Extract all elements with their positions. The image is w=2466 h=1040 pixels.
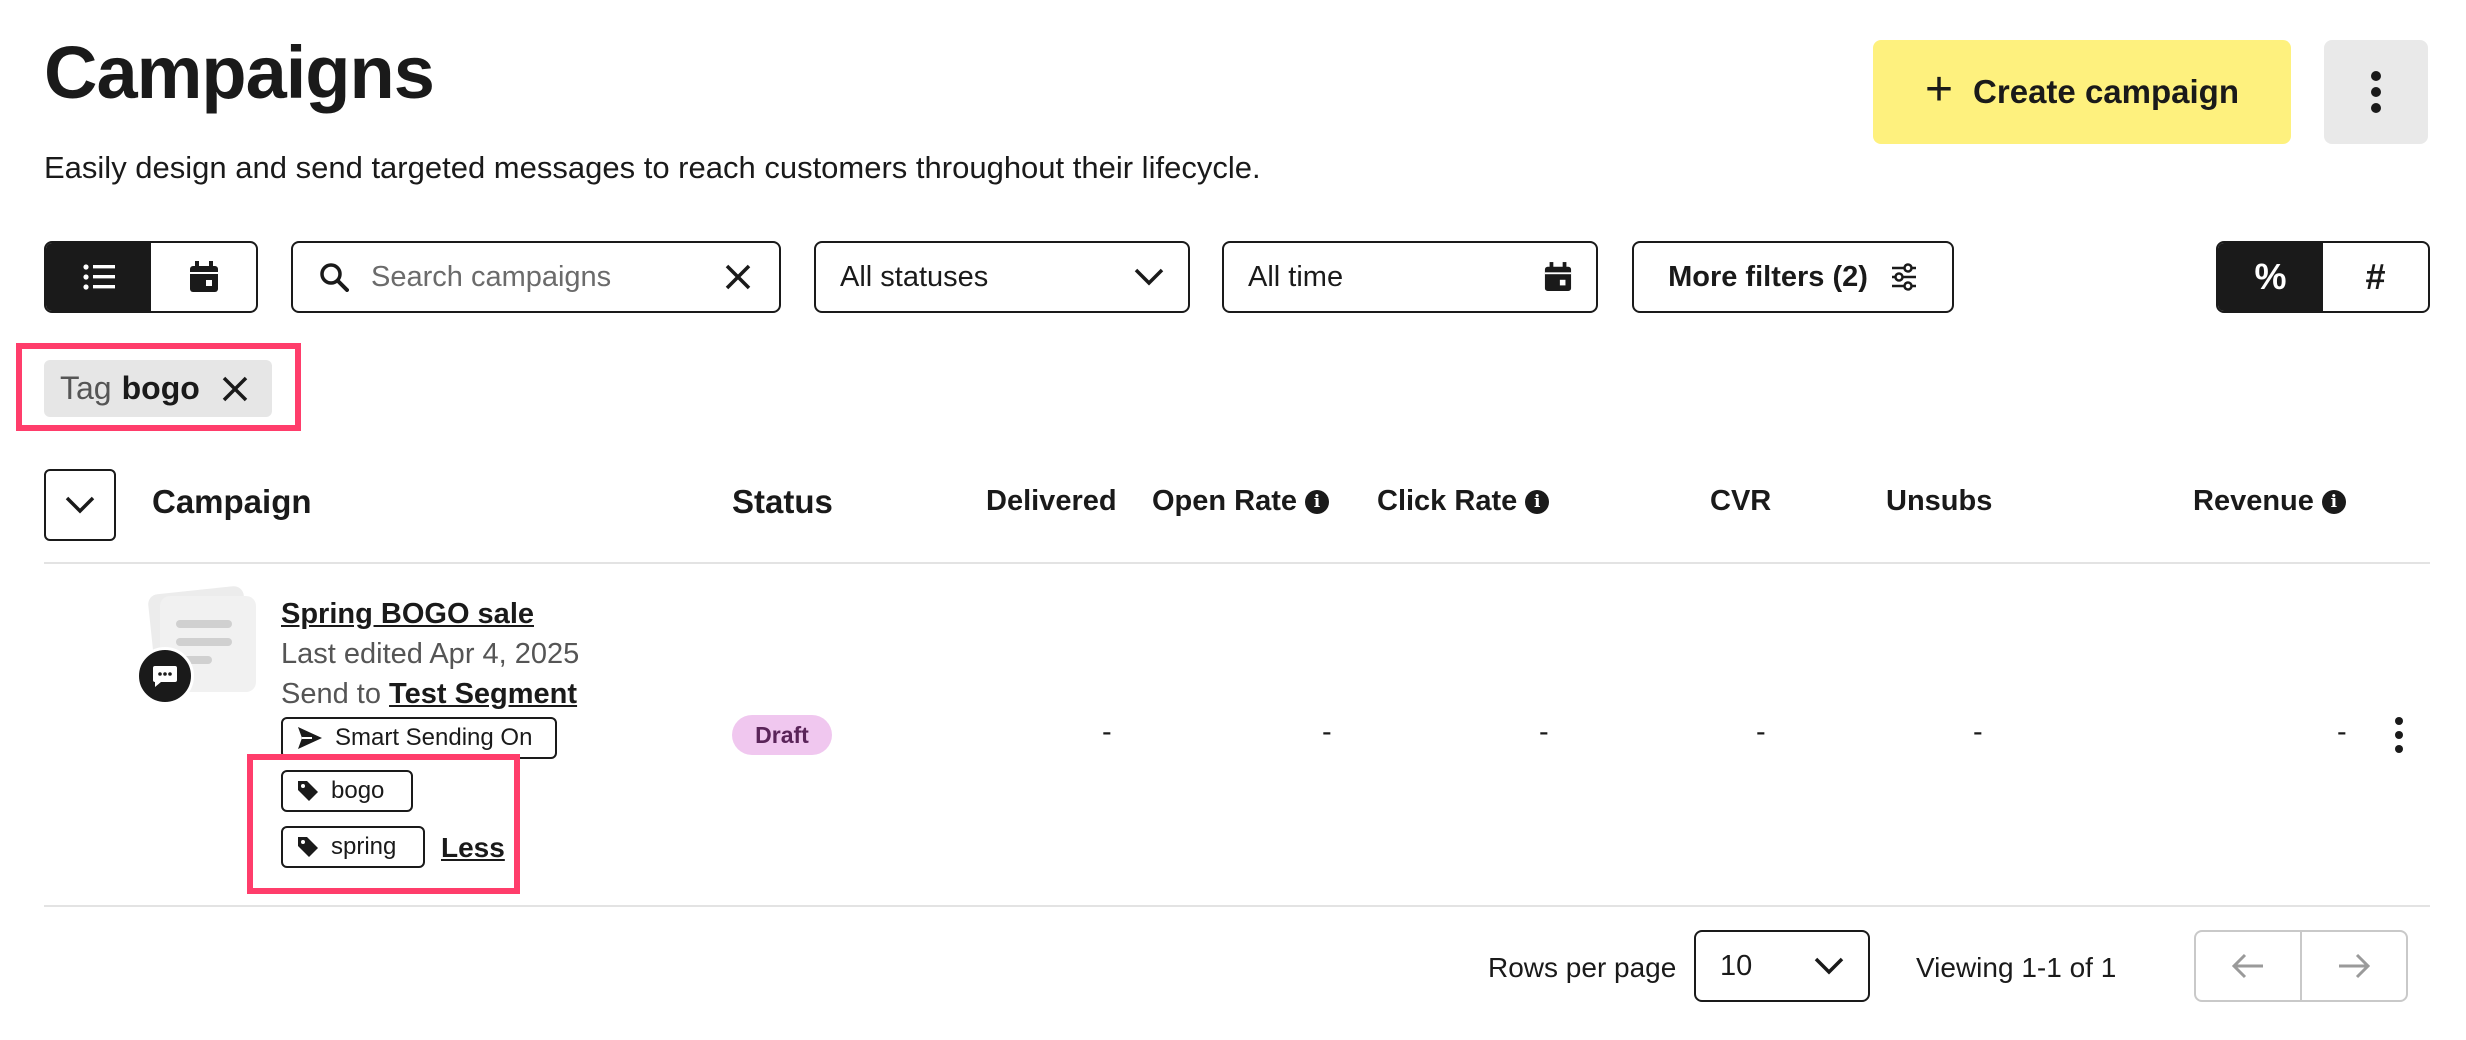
tag-chip[interactable]: spring xyxy=(281,826,425,868)
tag-icon xyxy=(298,837,318,857)
col-open-rate-label: Open Rate xyxy=(1152,485,1298,517)
filter-chip-key: Tag xyxy=(60,370,112,406)
col-delivered[interactable]: Delivered xyxy=(986,485,1117,518)
col-click-rate-label: Click Rate xyxy=(1377,485,1518,517)
campaign-name-link[interactable]: Spring BOGO sale xyxy=(281,598,534,631)
calendar-icon xyxy=(1544,262,1572,291)
search-icon xyxy=(320,263,349,292)
list-icon xyxy=(82,264,115,290)
tag-icon xyxy=(298,781,318,801)
delivered-value: - xyxy=(1102,716,1112,748)
time-filter-select[interactable]: All time xyxy=(1222,241,1598,313)
send-to-label: Send to xyxy=(281,678,381,710)
rows-per-page-label: Rows per page xyxy=(1488,952,1677,983)
click-rate-value: - xyxy=(1539,716,1549,748)
search-campaigns[interactable]: Search campaigns xyxy=(291,241,781,313)
segment-link[interactable]: Test Segment xyxy=(389,678,577,710)
calendar-view-button[interactable] xyxy=(151,243,256,311)
list-view-button[interactable] xyxy=(46,243,151,311)
send-icon xyxy=(298,727,322,749)
kebab-icon xyxy=(2371,71,2381,113)
show-less-link[interactable]: Less xyxy=(441,832,505,864)
info-icon[interactable]: i xyxy=(1305,489,1330,514)
col-open-rate[interactable]: Open Rate i xyxy=(1152,485,1330,518)
unsubs-value: - xyxy=(1973,716,1983,748)
col-cvr[interactable]: CVR xyxy=(1710,485,1771,518)
status-badge: Draft xyxy=(732,715,832,755)
expand-all-button[interactable] xyxy=(44,469,116,541)
tag-chip[interactable]: bogo xyxy=(281,770,413,812)
time-filter-value: All time xyxy=(1248,260,1344,293)
chevron-down-icon xyxy=(65,496,95,514)
tag-label: bogo xyxy=(331,777,385,804)
filter-chip-value: bogo xyxy=(121,370,200,406)
metric-toggle: % # xyxy=(2216,241,2430,313)
campaign-send-to: Send to Test Segment xyxy=(281,678,577,711)
prev-page-button[interactable] xyxy=(2196,932,2300,1000)
calendar-icon xyxy=(189,261,218,292)
col-campaign[interactable]: Campaign xyxy=(152,483,312,521)
col-status[interactable]: Status xyxy=(732,483,833,521)
row-actions-button[interactable] xyxy=(2384,713,2414,757)
cvr-value: - xyxy=(1756,716,1766,748)
remove-filter-icon[interactable] xyxy=(220,374,250,404)
header-divider xyxy=(44,562,2430,564)
col-unsubs-label: Unsubs xyxy=(1886,485,1993,517)
col-revenue[interactable]: Revenue i xyxy=(2193,485,2346,518)
next-page-button[interactable] xyxy=(2300,932,2406,1000)
kebab-icon xyxy=(2395,717,2403,753)
create-campaign-button[interactable]: + Create campaign xyxy=(1873,40,2291,144)
sliders-icon xyxy=(1891,263,1916,291)
plus-icon: + xyxy=(1925,63,1954,116)
active-filter-chip: Tag bogo xyxy=(44,360,272,417)
col-campaign-label: Campaign xyxy=(152,483,312,520)
col-status-label: Status xyxy=(732,483,833,520)
clear-search-icon[interactable] xyxy=(723,262,753,292)
rows-per-page-value: 10 xyxy=(1720,949,1753,982)
status-filter-select[interactable]: All statuses xyxy=(814,241,1190,313)
page-title: Campaigns xyxy=(44,31,435,114)
row-divider xyxy=(44,905,2430,907)
sms-channel-icon xyxy=(136,647,194,705)
search-input[interactable]: Search campaigns xyxy=(371,261,723,294)
smart-sending-label: Smart Sending On xyxy=(335,724,533,751)
more-filters-button[interactable]: More filters (2) xyxy=(1632,241,1954,313)
pager xyxy=(2194,930,2408,1002)
page-subtitle: Easily design and send targeted messages… xyxy=(44,150,1261,185)
count-metric-button[interactable]: # xyxy=(2323,243,2428,311)
col-revenue-label: Revenue xyxy=(2193,485,2314,517)
col-delivered-label: Delivered xyxy=(986,485,1117,517)
open-rate-value: - xyxy=(1322,716,1332,748)
chevron-down-icon xyxy=(1134,268,1164,286)
rows-per-page-select[interactable]: 10 xyxy=(1694,930,1870,1002)
create-campaign-label: Create campaign xyxy=(1973,73,2239,110)
info-icon[interactable]: i xyxy=(1525,489,1550,514)
view-toggle xyxy=(44,241,258,313)
info-icon[interactable]: i xyxy=(2321,489,2346,514)
revenue-value: - xyxy=(2337,716,2347,748)
status-filter-value: All statuses xyxy=(840,260,989,293)
arrow-right-icon xyxy=(2339,953,2371,979)
viewing-count: Viewing 1-1 of 1 xyxy=(1916,952,2117,983)
smart-sending-badge: Smart Sending On xyxy=(281,717,557,759)
arrow-left-icon xyxy=(2231,953,2263,979)
percent-metric-button[interactable]: % xyxy=(2218,243,2323,311)
col-cvr-label: CVR xyxy=(1710,485,1772,517)
col-click-rate[interactable]: Click Rate i xyxy=(1377,485,1550,518)
tag-label: spring xyxy=(331,833,397,860)
chevron-down-icon xyxy=(1814,957,1844,975)
more-options-button[interactable] xyxy=(2324,40,2428,144)
col-unsubs[interactable]: Unsubs xyxy=(1886,485,1992,518)
campaign-last-edited: Last edited Apr 4, 2025 xyxy=(281,638,580,670)
more-filters-label: More filters (2) xyxy=(1668,260,1868,293)
